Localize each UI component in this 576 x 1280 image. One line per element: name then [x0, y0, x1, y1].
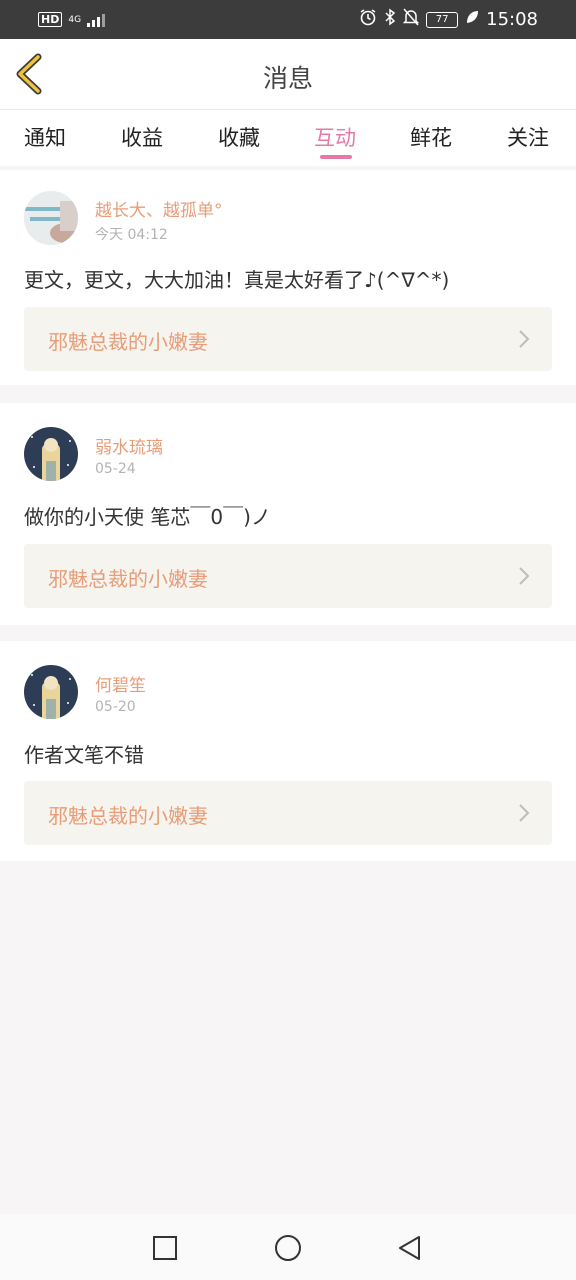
- system-navigation-bar: [0, 1214, 576, 1280]
- username[interactable]: 弱水琉璃: [95, 433, 163, 458]
- book-title: 邪魅总裁的小嫩妻: [48, 330, 208, 354]
- avatar[interactable]: [24, 191, 78, 245]
- header: 消息: [0, 39, 576, 110]
- timestamp: 05-20: [95, 699, 136, 715]
- home-button[interactable]: [274, 1234, 302, 1262]
- timestamp: 05-24: [95, 461, 136, 477]
- username[interactable]: 越长大、越孤单°: [95, 196, 223, 221]
- tab-bar: 通知 收益 收藏 互动 鲜花 关注: [0, 110, 576, 166]
- battery-indicator: 77: [426, 11, 459, 28]
- message-card: 弱水琉璃 05-24 做你的小天使 笔芯￣0￣)ノ 邪魅总裁的小嫩妻: [0, 403, 576, 625]
- recent-apps-button[interactable]: [151, 1234, 179, 1262]
- tab-favorites[interactable]: 收藏: [218, 122, 260, 152]
- message-card: 越长大、越孤单° 今天 04:12 更文，更文，大大加油！真是太好看了♪(^∇^…: [0, 170, 576, 385]
- tab-flowers[interactable]: 鲜花: [410, 122, 452, 152]
- status-bar: HD 4G 77 15:08: [0, 0, 576, 39]
- active-tab-indicator: [320, 155, 352, 159]
- status-right: 77 15:08: [359, 8, 538, 31]
- message-text: 作者文笔不错: [24, 743, 144, 767]
- username[interactable]: 何碧笙: [95, 671, 146, 696]
- tab-notifications[interactable]: 通知: [24, 122, 66, 152]
- timestamp: 今天 04:12: [95, 227, 168, 243]
- alarm-icon: [359, 8, 377, 31]
- back-nav-button[interactable]: [396, 1234, 424, 1262]
- avatar[interactable]: [24, 427, 78, 481]
- book-link-button[interactable]: 邪魅总裁的小嫩妻: [24, 307, 552, 371]
- book-title: 邪魅总裁的小嫩妻: [48, 804, 208, 828]
- clock-time: 15:08: [486, 9, 538, 30]
- bell-off-icon: [402, 8, 420, 31]
- avatar[interactable]: [24, 665, 78, 719]
- chevron-right-icon: [519, 567, 530, 585]
- network-type: 4G: [68, 14, 82, 25]
- tab-interactions[interactable]: 互动: [314, 122, 356, 152]
- bluetooth-icon: [384, 8, 396, 31]
- book-title: 邪魅总裁的小嫩妻: [48, 567, 208, 591]
- leaf-icon: [465, 9, 479, 30]
- message-text: 做你的小天使 笔芯￣0￣)ノ: [24, 505, 271, 529]
- tab-following[interactable]: 关注: [507, 122, 549, 152]
- tab-earnings[interactable]: 收益: [121, 122, 163, 152]
- status-left: HD 4G: [38, 12, 106, 27]
- page-title: 消息: [262, 64, 313, 93]
- book-link-button[interactable]: 邪魅总裁的小嫩妻: [24, 544, 552, 608]
- hd-indicator: HD: [38, 12, 63, 27]
- signal-icon: [87, 13, 106, 27]
- book-link-button[interactable]: 邪魅总裁的小嫩妻: [24, 781, 552, 845]
- message-text: 更文，更文，大大加油！真是太好看了♪(^∇^*): [24, 268, 450, 292]
- message-card: 何碧笙 05-20 作者文笔不错 邪魅总裁的小嫩妻: [0, 641, 576, 861]
- chevron-right-icon: [519, 804, 530, 822]
- chevron-right-icon: [519, 330, 530, 348]
